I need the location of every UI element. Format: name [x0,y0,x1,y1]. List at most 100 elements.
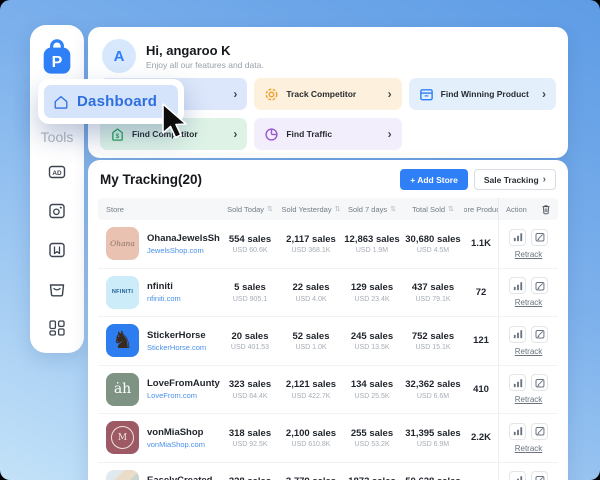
ads-icon[interactable]: AD [48,163,66,181]
sold-7days-usd: USD 1.9M [356,247,388,254]
feature-card-track-competitor[interactable]: Track Competitor › [254,78,401,110]
sold-today-usd: USD 905.1 [233,296,267,303]
sort-icon[interactable]: ⇅ [267,205,273,213]
sold-7days-cell: 255 sales USD 53.2K [342,414,402,462]
sold-today-usd: USD 60.6K [232,247,267,254]
sold-7days-cell: 245 sales USD 13.5K [342,317,402,365]
sidebar-item-dashboard[interactable]: Dashboard [44,85,178,118]
retrack-link[interactable]: Retrack [515,250,543,259]
sold-yesterday-qty: 2,100 sales [286,428,336,439]
store-basket-icon[interactable] [48,280,66,298]
sold-today-qty: 328 sales [229,476,271,480]
edit-button[interactable] [531,471,548,480]
edit-button[interactable] [531,277,548,294]
total-sold-qty: 752 sales [412,331,454,342]
store-products-qty: 2.2K [471,432,491,443]
user-avatar[interactable]: A [102,39,136,73]
column-sold-7days[interactable]: Sold 7 days⇅ [342,198,402,220]
edit-button[interactable] [531,374,548,391]
store-domain-link[interactable]: vonMiaShop.com [147,440,205,449]
store-products-cell: 2.2K [464,414,498,462]
retrack-link[interactable]: Retrack [515,444,543,453]
store-domain-link[interactable]: JewelsShop.com [147,246,220,255]
sort-icon[interactable]: ⇅ [448,205,454,213]
sort-icon[interactable]: ⇅ [390,205,396,213]
trash-icon[interactable] [541,204,551,215]
analytics-button[interactable] [509,326,526,343]
total-sold-cell: 50,628 sales USD 2.4M [402,463,464,480]
action-cell: Retrack [498,463,558,480]
table-row: Ohana OhanaJewelsShop JewelsShop.com 554… [98,220,558,269]
store-avatar: ♞ [106,324,139,357]
dashboard-label: Dashboard [77,93,157,110]
store-domain-link[interactable]: StickerHorse.com [147,343,206,352]
sold-today-qty: 554 sales [229,234,271,245]
sold-yesterday-qty: 2,121 sales [286,379,336,390]
sold-yesterday-qty: 22 sales [293,282,330,293]
analytics-button[interactable] [509,277,526,294]
action-cell: Retrack [498,414,558,462]
store-products-qty: 410 [473,384,489,395]
sold-7days-usd: USD 23.4K [354,296,389,303]
store-name: StickerHorse [147,330,206,341]
store-cell: Ohana OhanaJewelsShop JewelsShop.com [98,220,220,268]
bookmark-icon[interactable] [48,241,66,259]
apps-grid-icon[interactable] [48,319,66,337]
mouse-cursor [160,102,190,142]
column-store: Store [98,198,220,220]
edit-button[interactable] [531,229,548,246]
sold-today-cell: 20 sales USD 401.53 [220,317,280,365]
retrack-link[interactable]: Retrack [515,347,543,356]
pie-chart-icon [264,127,279,142]
sold-yesterday-usd: USD 1.0K [295,344,326,351]
total-sold-usd: USD 15.1K [415,344,450,351]
retrack-link[interactable]: Retrack [515,298,543,307]
sold-today-qty: 5 sales [234,282,266,293]
sold-today-qty: 323 sales [229,379,271,390]
analytics-button[interactable] [509,471,526,480]
table-row: EaselyCreated EaselyCreated.com 328 sale… [98,463,558,480]
feature-card-find-traffic[interactable]: Find Traffic › [254,118,401,150]
column-action: Action [498,198,558,220]
store-domain-link[interactable]: nfiniti.com [147,294,181,303]
column-sold-yesterday[interactable]: Sold Yesterday⇅ [280,198,342,220]
store-domain-link[interactable]: LoveFrom.com [147,391,220,400]
sidebar: P Tools AD [30,25,84,353]
sold-yesterday-cell: 22 sales USD 4.0K [280,269,342,317]
svg-text:P: P [52,54,63,71]
app-logo-icon[interactable]: P [41,39,73,75]
store-products-qty: 72 [476,287,487,298]
analytics-button[interactable] [509,229,526,246]
price-tag-icon: $ [110,127,125,142]
column-total-sold[interactable]: Total Sold⇅ [402,198,464,220]
store-products-cell: 410 [464,366,498,414]
edit-button[interactable] [531,326,548,343]
edit-button[interactable] [531,423,548,440]
chevron-right-icon: › [388,88,392,100]
analytics-button[interactable] [509,423,526,440]
home-icon [53,94,69,110]
retrack-link[interactable]: Retrack [515,395,543,404]
feature-card-find-winning-product[interactable]: Find Winning Product › [409,78,556,110]
column-sold-today[interactable]: Sold Today⇅ [220,198,280,220]
sold-today-cell: 323 sales USD 64.4K [220,366,280,414]
sort-icon[interactable]: ⇅ [335,205,341,213]
tracking-table: Store Sold Today⇅ Sold Yesterday⇅ Sold 7… [98,198,558,480]
sold-yesterday-cell: 52 sales USD 1.0K [280,317,342,365]
greeting-block: A Hi, angaroo K Enjoy all our features a… [88,27,568,73]
sold-yesterday-qty: 52 sales [293,331,330,342]
store-cell: M vonMiaShop vonMiaShop.com [98,414,220,462]
sold-today-cell: 318 sales USD 92.5K [220,414,280,462]
store-cell: ȧh LoveFromAuntyHelen LoveFrom.com [98,366,220,414]
store-name: EaselyCreated [147,475,212,480]
total-sold-usd: USD 79.1K [415,296,450,303]
chevron-right-icon: › [233,128,237,140]
sale-tracking-button[interactable]: Sale Tracking › [474,169,556,190]
store-cell: EaselyCreated EaselyCreated.com [98,463,220,480]
store-products-cell: 72 [464,269,498,317]
sold-yesterday-usd: USD 4.0K [295,296,326,303]
sold-7days-cell: 12,863 sales USD 1.9M [342,220,402,268]
product-scan-icon[interactable] [48,202,66,220]
analytics-button[interactable] [509,374,526,391]
add-store-button[interactable]: + Add Store [400,169,468,190]
